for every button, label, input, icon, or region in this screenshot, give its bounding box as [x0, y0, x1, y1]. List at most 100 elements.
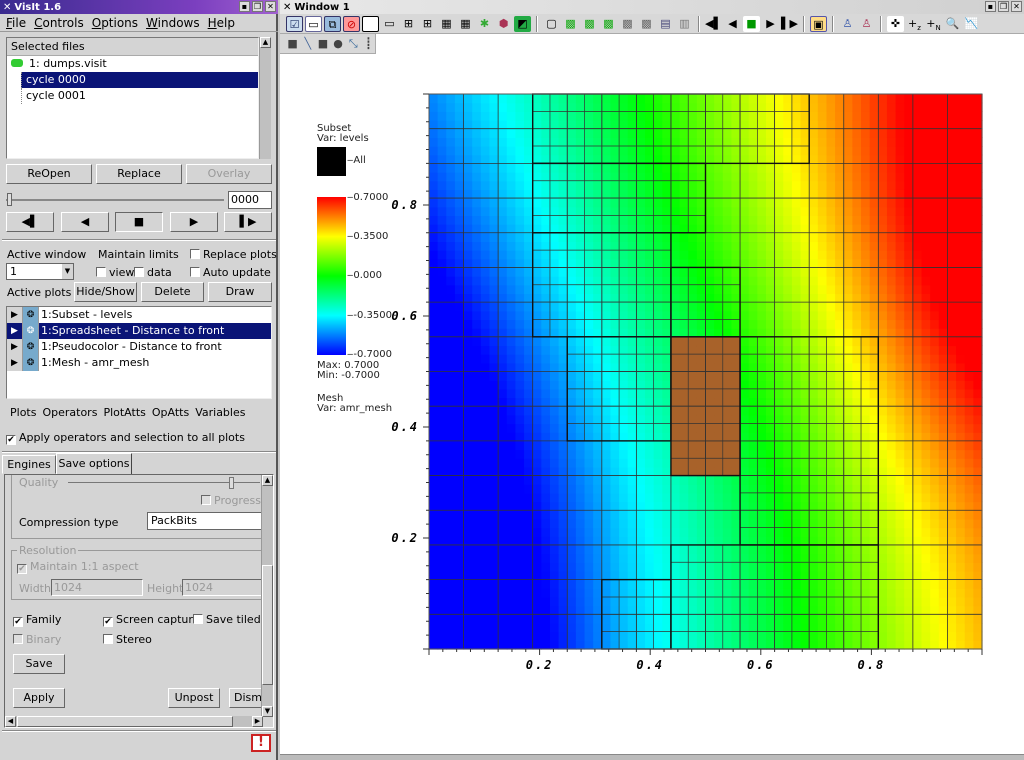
opatts-menu[interactable]: OpAtts — [152, 406, 189, 419]
field-cell — [705, 371, 715, 381]
output-alert-icon[interactable]: ! — [251, 734, 271, 752]
cycle-input[interactable]: 0000 — [228, 191, 272, 209]
screen-capture-checkbox[interactable]: ✔ Screen capture — [103, 613, 199, 627]
field-cell — [627, 614, 637, 624]
height-input[interactable]: 1024 — [182, 579, 267, 596]
menu-options[interactable]: Options — [92, 16, 138, 30]
field-cell — [826, 241, 836, 251]
plot-item-selected[interactable]: ▶ ❂ 1:Spreadsheet - Distance to front — [7, 323, 271, 339]
field-cell — [619, 631, 629, 641]
plot-item[interactable]: ▶ ❂ 1:Pseudocolor - Distance to front — [7, 339, 271, 355]
file-cycle-1[interactable]: cycle 0001 — [21, 88, 258, 104]
apply-all-checkbox[interactable]: ✔ Apply operators and selection to all pl… — [6, 431, 245, 445]
plotatts-menu[interactable]: PlotAtts — [103, 406, 145, 419]
vcr-forward-button[interactable]: ▌▶ — [224, 212, 272, 232]
scroll-down-icon[interactable]: ▼ — [262, 706, 273, 717]
vcr-rewind-button[interactable]: ◀▌ — [6, 212, 54, 232]
field-cell — [886, 579, 897, 589]
unpost-button[interactable]: Unpost — [168, 688, 220, 708]
overlay-button[interactable]: Overlay — [186, 164, 272, 184]
plot-item[interactable]: ▶ ❂ 1:Subset - levels — [7, 307, 271, 323]
files-scrollbar[interactable]: ▲ — [259, 37, 271, 159]
active-window-select[interactable]: 1 ▼ — [6, 263, 74, 280]
data-checkbox[interactable]: data — [134, 266, 172, 279]
close-button[interactable]: ✕ — [265, 1, 276, 12]
vcr-play-button[interactable]: ▶ — [170, 212, 218, 232]
plots-menu[interactable]: Plots — [10, 406, 36, 419]
field-cell — [964, 614, 974, 624]
scroll-up-icon[interactable]: ▲ — [262, 475, 273, 486]
expand-icon[interactable]: ▶ — [7, 323, 23, 339]
active-plots-list[interactable]: ▶ ❂ 1:Subset - levels ▶ ❂ 1:Spreadsheet - Di… — [6, 306, 272, 399]
field-cell — [688, 345, 698, 355]
scroll-right-icon[interactable]: ▶ — [252, 716, 263, 727]
field-cell — [964, 276, 974, 286]
width-input[interactable]: 1024 — [51, 579, 143, 596]
field-cell — [852, 562, 862, 572]
field-cell — [878, 432, 888, 442]
field-cell — [714, 258, 724, 269]
field-cell — [722, 579, 733, 589]
variables-menu[interactable]: Variables — [195, 406, 245, 419]
maximize-button[interactable]: ❐ — [252, 1, 263, 12]
hscroll-thumb[interactable] — [17, 716, 233, 727]
scrollbar-thumb[interactable] — [262, 565, 273, 685]
time-slider-handle[interactable] — [7, 193, 12, 206]
field-cell — [861, 128, 871, 138]
field-cell — [835, 614, 845, 624]
resolution-label: Resolution — [17, 544, 79, 557]
field-cell — [826, 146, 836, 156]
scroll-left-icon[interactable]: ◀ — [5, 716, 16, 727]
operators-menu[interactable]: Operators — [42, 406, 97, 419]
vcr-back-button[interactable]: ◀ — [61, 212, 109, 232]
field-cell — [696, 267, 707, 277]
save-tiled-checkbox[interactable]: Save tiled — [193, 613, 261, 626]
time-slider[interactable] — [6, 199, 224, 201]
scroll-up-icon[interactable]: ▲ — [260, 37, 271, 48]
field-cell — [714, 137, 724, 147]
delete-button[interactable]: Delete — [141, 282, 204, 302]
file-root[interactable]: 1: dumps.visit — [7, 56, 258, 72]
auto-update-checkbox[interactable]: Auto update — [190, 266, 271, 279]
menu-file[interactable]: File — [6, 16, 26, 30]
save-options-vscrollbar[interactable]: ▲ ▼ — [261, 475, 273, 717]
field-cell — [740, 163, 750, 173]
tab-save-options[interactable]: Save options — [56, 453, 132, 475]
maintain-aspect-checkbox[interactable]: ✔ Maintain 1:1 aspect — [17, 560, 139, 574]
field-cell — [506, 458, 517, 468]
reopen-button[interactable]: ReOpen — [6, 164, 92, 184]
field-cell — [740, 371, 750, 381]
replace-plots-checkbox[interactable]: Replace plots — [190, 248, 277, 261]
apply-button[interactable]: Apply — [13, 688, 65, 708]
file-cycle-0[interactable]: cycle 0000 — [21, 72, 258, 88]
replace-button[interactable]: Replace — [96, 164, 182, 184]
view-checkbox[interactable]: view — [96, 266, 134, 279]
expand-icon[interactable]: ▶ — [7, 355, 23, 371]
stereo-checkbox[interactable]: Stereo — [103, 633, 152, 646]
field-cell — [429, 128, 439, 138]
family-checkbox[interactable]: ✔ Family — [13, 613, 61, 627]
save-options-hscrollbar[interactable]: ◀ ▶ — [5, 716, 263, 727]
expand-icon[interactable]: ▶ — [7, 339, 23, 355]
minimize-button[interactable]: ▪ — [239, 1, 250, 12]
vcr-stop-button[interactable]: ■ — [115, 212, 163, 232]
binary-checkbox[interactable]: Binary — [13, 633, 61, 646]
menu-controls[interactable]: Controls — [34, 16, 84, 30]
field-cell — [705, 128, 715, 138]
hide-show-button[interactable]: Hide/Show — [74, 282, 137, 302]
draw-button[interactable]: Draw — [208, 282, 272, 302]
selected-files-list[interactable]: Selected files 1: dumps.visit cycle 0000… — [6, 37, 259, 159]
plot-item[interactable]: ▶ ❂ 1:Mesh - amr_mesh — [7, 355, 271, 371]
save-button[interactable]: Save — [13, 654, 65, 674]
field-cell — [567, 137, 577, 147]
field-cell — [645, 544, 655, 555]
field-cell — [843, 189, 853, 199]
field-cell — [524, 328, 534, 338]
menu-windows[interactable]: Windows — [146, 16, 200, 30]
tab-engines[interactable]: Engines — [2, 455, 56, 474]
menu-help[interactable]: Help — [208, 16, 235, 30]
field-cell — [567, 189, 577, 199]
expand-icon[interactable]: ▶ — [7, 307, 23, 323]
amr-plot[interactable]: 0.2 0.4 0.6 0.80.80.60.40.2 — [280, 0, 1024, 760]
field-cell — [645, 614, 655, 624]
